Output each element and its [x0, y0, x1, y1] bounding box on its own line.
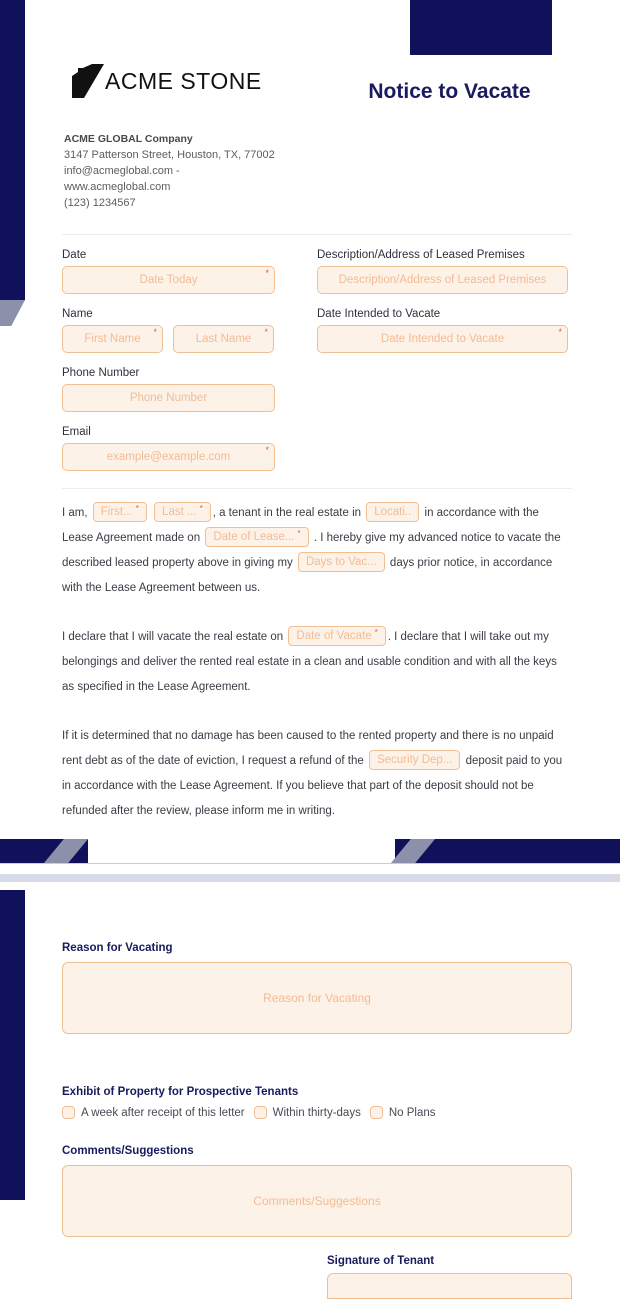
required-asterisk: * — [558, 326, 562, 337]
form-column-left: Date Date Today * Name First Name * Last… — [62, 235, 275, 471]
company-phone: (123) 1234567 — [64, 196, 136, 209]
last-name-placeholder: Last Name — [195, 332, 252, 345]
inline-days-input[interactable]: Days to Vac... — [297, 552, 385, 573]
company-info-block: ACME GLOBAL Company 3147 Patterson Stree… — [64, 132, 572, 212]
last-name-input[interactable]: Last Name * — [173, 324, 274, 353]
email-label: Email — [62, 425, 91, 438]
required-asterisk: * — [265, 444, 269, 455]
required-asterisk: * — [135, 504, 139, 514]
body-paragraph-1: I am, First... * Last ... * , a tenant i… — [62, 501, 572, 601]
page-header: ACME STONE Notice to Vacate ACME GLOBAL … — [0, 0, 620, 235]
reason-label: Reason for Vacating — [62, 942, 173, 954]
signature-input[interactable] — [327, 1273, 572, 1299]
comments-textarea[interactable]: Comments/Suggestions — [62, 1165, 572, 1237]
p1-text-2: , a tenant in the real estate in — [212, 506, 362, 519]
date-input[interactable]: Date Today * — [62, 265, 275, 294]
inline-location-placeholder: Locati.. — [374, 505, 412, 518]
phone-label: Phone Number — [62, 366, 140, 379]
required-asterisk: * — [153, 326, 157, 337]
page-title: Notice to Vacate — [368, 80, 531, 103]
first-name-placeholder: First Name — [84, 332, 141, 345]
company-website: www.acmeglobal.com — [64, 180, 171, 193]
name-label: Name — [62, 307, 93, 320]
signature-label: Signature of Tenant — [327, 1255, 435, 1267]
description-input[interactable]: Description/Address of Leased Premises — [317, 265, 568, 294]
inline-lease-date-placeholder: Date of Lease... — [213, 530, 295, 543]
inline-location-input[interactable]: Locati.. — [366, 502, 420, 523]
company-name: ACME GLOBAL Company — [64, 133, 193, 145]
date-vacate-placeholder: Date Intended to Vacate — [380, 332, 505, 345]
checkbox-icon[interactable] — [62, 1106, 75, 1119]
inline-lease-date-input[interactable]: Date of Lease... * — [205, 527, 309, 548]
document-page-1: ACME STONE Notice to Vacate ACME GLOBAL … — [0, 0, 620, 874]
exhibit-option-week[interactable]: A week after receipt of this letter — [62, 1106, 245, 1119]
inline-days-placeholder: Days to Vac... — [305, 555, 377, 568]
inline-last-name-input[interactable]: Last ... * — [154, 502, 211, 523]
document-page-2: Reason for Vacating Reason for Vacating … — [0, 882, 620, 1316]
page-footer-band — [0, 839, 620, 863]
letter-body: I am, First... * Last ... * , a tenant i… — [0, 501, 620, 824]
date-vacate-input[interactable]: Date Intended to Vacate * — [317, 324, 568, 353]
checkbox-icon[interactable] — [253, 1106, 267, 1119]
required-asterisk: * — [199, 504, 203, 514]
inline-security-deposit-input[interactable]: Security Dep... — [368, 750, 461, 771]
date-placeholder: Date Today — [139, 273, 198, 286]
phone-placeholder: Phone Number — [129, 391, 208, 404]
company-address: 3147 Patterson Street, Houston, TX, 7700… — [64, 148, 275, 161]
inline-last-name-placeholder: Last ... — [162, 505, 197, 518]
exhibit-option-label: A week after receipt of this letter — [81, 1106, 245, 1119]
exhibit-option-label: Within thirty-days — [272, 1106, 361, 1119]
comments-placeholder: Comments/Suggestions — [253, 1194, 381, 1208]
first-name-input[interactable]: First Name * — [62, 324, 163, 353]
form-section: Date Date Today * Name First Name * Last… — [0, 235, 620, 471]
email-placeholder: example@example.com — [106, 450, 231, 463]
header-divider — [62, 233, 572, 235]
roof-house-icon — [70, 62, 106, 100]
reason-textarea[interactable]: Reason for Vacating — [62, 962, 572, 1034]
description-label: Description/Address of Leased Premises — [317, 248, 525, 261]
required-asterisk: * — [265, 267, 269, 278]
date-vacate-label: Date Intended to Vacate — [317, 307, 441, 320]
exhibit-option-label: No Plans — [388, 1106, 436, 1119]
company-logo: ACME STONE — [70, 62, 262, 100]
inline-vacate-date-input[interactable]: Date of Vacate * — [288, 626, 386, 647]
p2-text-1: I declare that I will vacate the real es… — [62, 630, 284, 643]
body-paragraph-3: If it is determined that no damage has b… — [62, 724, 572, 824]
required-asterisk: * — [374, 628, 378, 638]
required-asterisk: * — [297, 529, 301, 539]
inline-first-name-input[interactable]: First... * — [92, 502, 147, 523]
form-column-right: Description/Address of Leased Premises D… — [317, 235, 568, 471]
logo-wordmark: ACME STONE — [105, 67, 262, 94]
body-paragraph-2: I declare that I will vacate the real es… — [62, 625, 572, 700]
inline-security-deposit-placeholder: Security Dep... — [376, 753, 453, 766]
date-label: Date — [62, 248, 87, 261]
page-bottom-edge — [0, 863, 620, 874]
page2-content: Reason for Vacating Reason for Vacating … — [0, 882, 620, 1299]
phone-input[interactable]: Phone Number — [62, 383, 275, 412]
required-asterisk: * — [264, 326, 268, 337]
exhibit-option-no-plans[interactable]: No Plans — [369, 1106, 436, 1119]
p1-text-1: I am, — [62, 506, 88, 519]
exhibit-options-group: A week after receipt of this letter With… — [62, 1106, 572, 1119]
signature-section: Signature of Tenant — [62, 1255, 572, 1299]
inline-vacate-date-placeholder: Date of Vacate — [296, 629, 372, 642]
description-placeholder: Description/Address of Leased Premises — [338, 273, 547, 286]
exhibit-option-thirty-days[interactable]: Within thirty-days — [253, 1106, 361, 1119]
inline-first-name-placeholder: First... — [100, 505, 133, 518]
email-input[interactable]: example@example.com * — [62, 442, 275, 471]
comments-label: Comments/Suggestions — [62, 1145, 194, 1157]
checkbox-icon[interactable] — [369, 1106, 383, 1119]
reason-placeholder: Reason for Vacating — [263, 991, 371, 1005]
left-navy-bar — [0, 890, 25, 1200]
form-divider — [62, 487, 572, 489]
document-root: ACME STONE Notice to Vacate ACME GLOBAL … — [0, 0, 620, 1316]
exhibit-label: Exhibit of Property for Prospective Tena… — [62, 1086, 299, 1098]
company-email: info@acmeglobal.com - — [64, 164, 180, 177]
